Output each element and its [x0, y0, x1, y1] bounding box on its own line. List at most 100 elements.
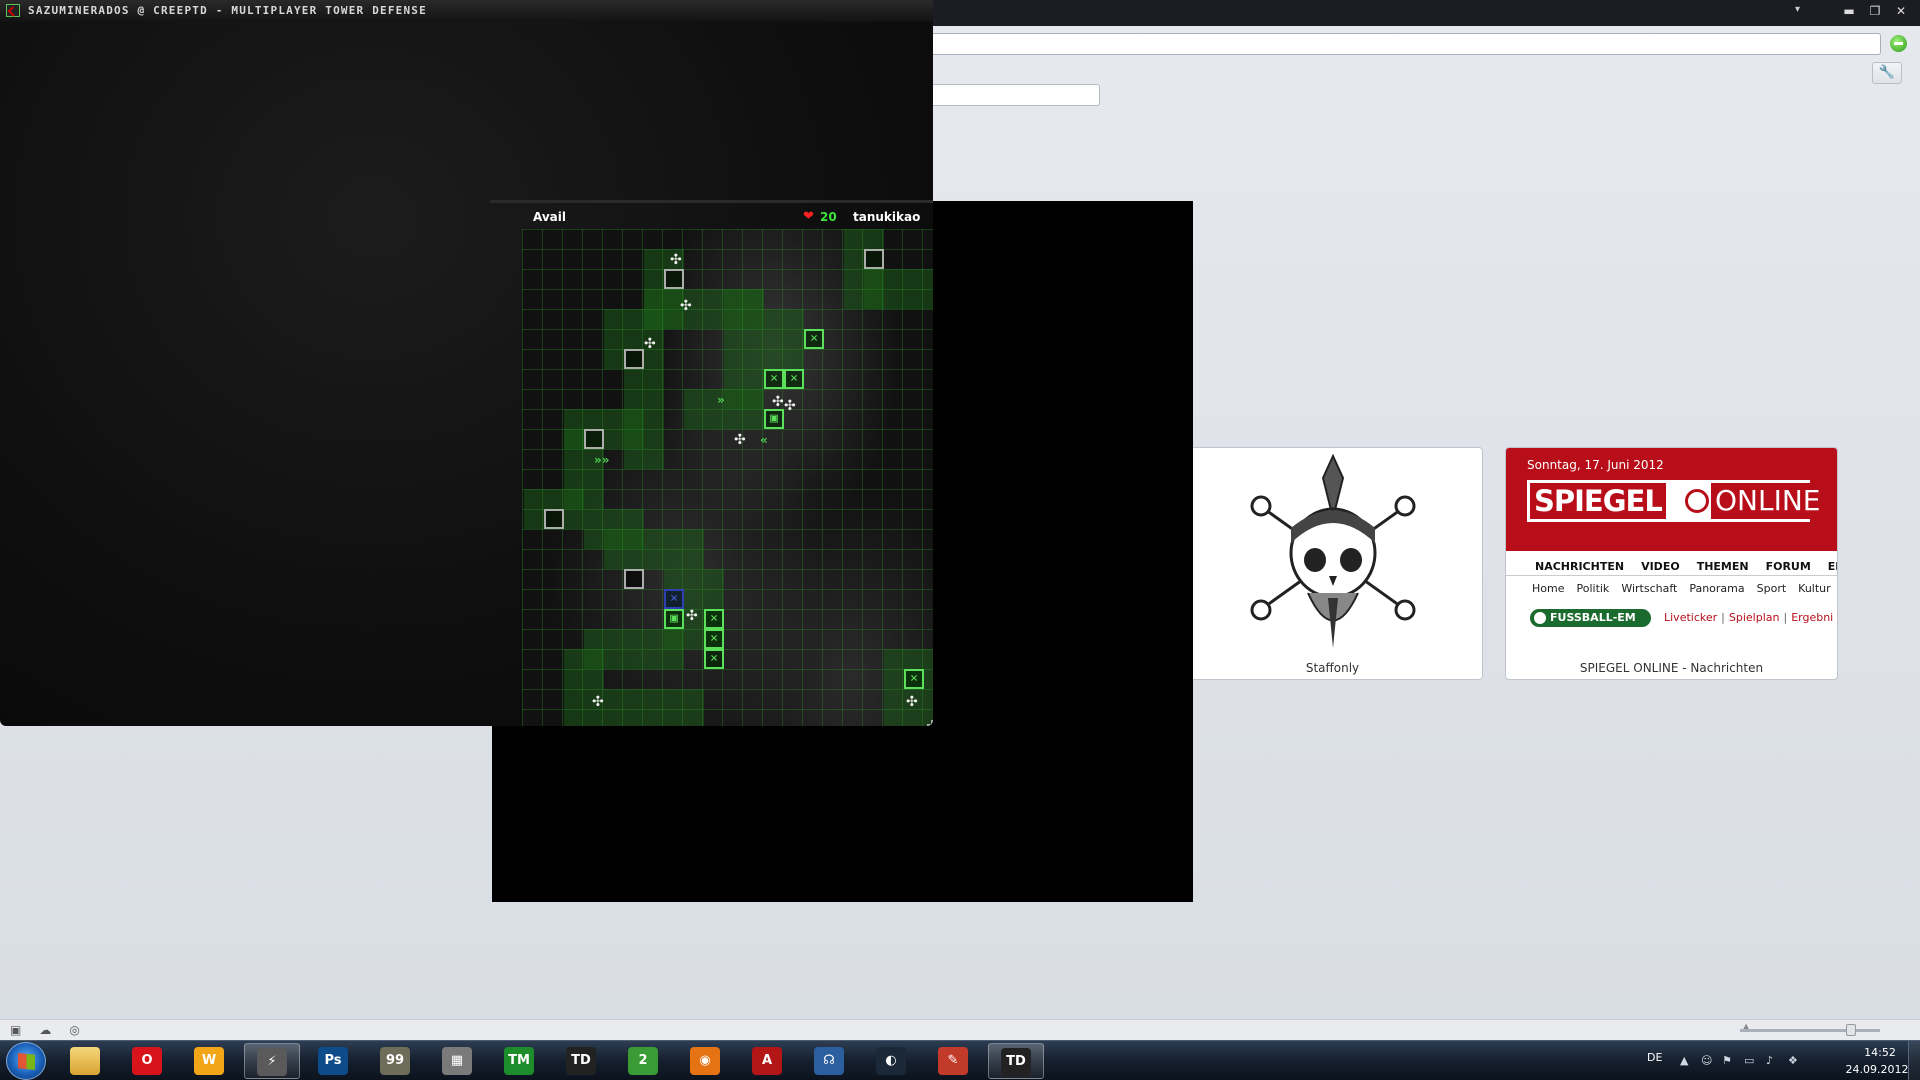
taskbar-app-steam[interactable]: ◐ — [864, 1043, 920, 1079]
direction-arrow-icon: » — [717, 393, 725, 407]
blocked-cell — [864, 249, 884, 269]
creeptd-active-icon: TD — [1001, 1048, 1031, 1076]
tm-icon: TM — [504, 1047, 534, 1075]
taskbar-app-photoshop[interactable]: Ps — [306, 1043, 362, 1079]
taskbar-app-blender[interactable]: ◉ — [678, 1043, 734, 1079]
clock-date[interactable]: 24.09.2012 — [1841, 1063, 1913, 1076]
spiegel-logo: SPIEGEL ONLINE — [1527, 480, 1825, 522]
blocked-cell — [624, 569, 644, 589]
taskbar: O W ⚡ Ps 99 ▦ TM TD 2 ◉ A ☊ ◐ ✎ TD DE ▲ ☺ ⚑ ▭ ♪ ❖ 14:5… — [0, 1040, 1920, 1080]
show-desktop-button[interactable] — [1908, 1041, 1920, 1080]
creep-icon: ✣ — [680, 298, 692, 314]
blender-icon: ◉ — [690, 1047, 720, 1075]
blocked-cell — [544, 509, 564, 529]
clock-time[interactable]: 14:52 — [1850, 1046, 1910, 1059]
blocked-cell — [584, 429, 604, 449]
spiegel-subnav-item: Panorama — [1689, 582, 1745, 595]
game-board[interactable]: ⨯ ⨯ ⨯ ▣ ⨯ ▣ ⨯ ⨯ ⨯ ⨯ ✣ ✣ ✣ ✣ ✣ ✣ ✣ ✣ ✣ » … — [522, 229, 933, 726]
taskbar-app-winamp[interactable]: W — [182, 1043, 238, 1079]
taskbar-app-teamspeak[interactable]: ☊ — [802, 1043, 858, 1079]
taskbar-app-app-a[interactable]: A — [740, 1043, 796, 1079]
taskbar-app-app-lightning[interactable]: ⚡ — [244, 1043, 300, 1079]
separator: | — [1721, 611, 1725, 624]
flag-icon[interactable]: ⚑ — [1722, 1054, 1732, 1067]
speed-dial-caption: Staffonly — [1305, 661, 1360, 675]
turbo-icon[interactable]: ◎ — [69, 1023, 79, 1037]
start-button[interactable] — [6, 1042, 46, 1080]
panel-toggle-icon[interactable]: ▣ — [10, 1023, 21, 1037]
player-name: tanukikao — [853, 210, 921, 224]
creep-icon: ✣ — [670, 252, 682, 268]
separator: | — [1783, 611, 1788, 624]
wrench-icon[interactable]: 🔧 — [1872, 62, 1902, 84]
zoom-slider[interactable] — [1740, 1029, 1880, 1032]
spiegel-subnav-item: Politik — [1576, 582, 1610, 595]
speed-dial-staffonly[interactable]: Staffonly — [1182, 447, 1483, 680]
zoom-slider-thumb[interactable] — [1846, 1024, 1856, 1036]
network-icon[interactable]: ▭ — [1744, 1054, 1754, 1067]
app-2-icon: 2 — [628, 1047, 658, 1075]
creep-icon: ✣ — [592, 694, 604, 710]
speed-dial-spiegel[interactable]: Sonntag, 17. Juni 2012 SPIEGEL ONLINE NA… — [1505, 447, 1838, 680]
creep-icon: ✣ — [906, 694, 918, 710]
tower-x[interactable]: ⨯ — [804, 329, 824, 349]
taskbar-app-calculator[interactable]: ▦ — [430, 1043, 486, 1079]
blocked-cell — [664, 269, 684, 289]
taskbar-app-creeptd-active[interactable]: TD — [988, 1043, 1044, 1079]
tower-square[interactable]: ▣ — [764, 409, 784, 429]
taskbar-app-notes[interactable]: 99 — [368, 1043, 424, 1079]
creeptd-window: SAZUMINERADOS @ CREEPTD - MULTIPLAYER TO… — [0, 0, 933, 726]
tower-square[interactable]: ▣ — [664, 609, 684, 629]
board-grid — [522, 229, 933, 726]
window-title: SAZUMINERADOS @ CREEPTD - MULTIPLAYER TO… — [28, 4, 427, 17]
photoshop-icon: Ps — [318, 1047, 348, 1075]
tower-x[interactable]: ⨯ — [704, 629, 724, 649]
taskbar-app-notepad[interactable]: ✎ — [926, 1043, 982, 1079]
em-link: Liveticker — [1664, 611, 1718, 624]
tower-blue[interactable]: ⨯ — [664, 589, 684, 609]
taskbar-app-creeptd[interactable]: TD — [554, 1043, 610, 1079]
volume-icon[interactable]: ♪ — [1766, 1054, 1773, 1067]
tower-x[interactable]: ⨯ — [704, 609, 724, 629]
cloud-icon[interactable]: ☁ — [39, 1023, 51, 1037]
close-icon[interactable]: ✕ — [1890, 2, 1912, 20]
opera-icon: O — [132, 1047, 162, 1075]
taskbar-app-opera[interactable]: O — [120, 1043, 176, 1079]
app-lightning-icon: ⚡ — [257, 1048, 287, 1076]
em-link: Ergebni — [1791, 611, 1834, 624]
language-indicator[interactable]: DE — [1647, 1051, 1662, 1064]
windows-logo-icon — [18, 1053, 35, 1070]
tray-expand-icon[interactable]: ▲ — [1680, 1054, 1688, 1067]
address-input[interactable] — [930, 33, 1881, 55]
go-icon[interactable] — [1890, 35, 1907, 52]
spiegel-nav-item: VIDEO — [1641, 560, 1680, 573]
search-input[interactable] — [930, 84, 1100, 106]
creeptd-icon: TD — [566, 1047, 596, 1075]
taskbar-app-app-2[interactable]: 2 — [616, 1043, 672, 1079]
tab-menu-icon[interactable]: ▾ — [1795, 4, 1800, 15]
winamp-icon: W — [194, 1047, 224, 1075]
user-icon[interactable]: ☺ — [1701, 1054, 1712, 1067]
tower-x[interactable]: ⨯ — [764, 369, 784, 389]
game-hud: Avail ❤ 20 tanukikao — [492, 208, 933, 228]
restore-icon[interactable]: ❐ — [1864, 2, 1886, 20]
taskbar-app-explorer[interactable] — [58, 1043, 114, 1079]
browser-statusbar: ▣ ☁ ◎ ▲ — [0, 1019, 1920, 1040]
resize-handle[interactable] — [927, 720, 933, 726]
spiegel-nav-item: FORUM — [1765, 560, 1811, 573]
spiegel-date: Sonntag, 17. Juni 2012 — [1527, 458, 1664, 472]
game-titlebar[interactable]: SAZUMINERADOS @ CREEPTD - MULTIPLAYER TO… — [0, 0, 933, 22]
minimize-icon[interactable]: ▬ — [1838, 2, 1860, 20]
spiegel-subnav-item: Kultur — [1798, 582, 1831, 595]
creep-icon: ✣ — [772, 394, 784, 410]
tower-x[interactable]: ⨯ — [704, 649, 724, 669]
tower-x[interactable]: ⨯ — [784, 369, 804, 389]
dropbox-icon[interactable]: ❖ — [1788, 1054, 1798, 1067]
taskbar-app-tm[interactable]: TM — [492, 1043, 548, 1079]
pirate-skull-icon — [1250, 453, 1416, 648]
tower-x[interactable]: ⨯ — [904, 669, 924, 689]
app-a-icon: A — [752, 1047, 782, 1075]
spiegel-subnav-item: Sport — [1756, 582, 1787, 595]
spiegel-header: Sonntag, 17. Juni 2012 SPIEGEL ONLINE — [1506, 448, 1837, 551]
heart-icon: ❤ — [803, 209, 814, 224]
